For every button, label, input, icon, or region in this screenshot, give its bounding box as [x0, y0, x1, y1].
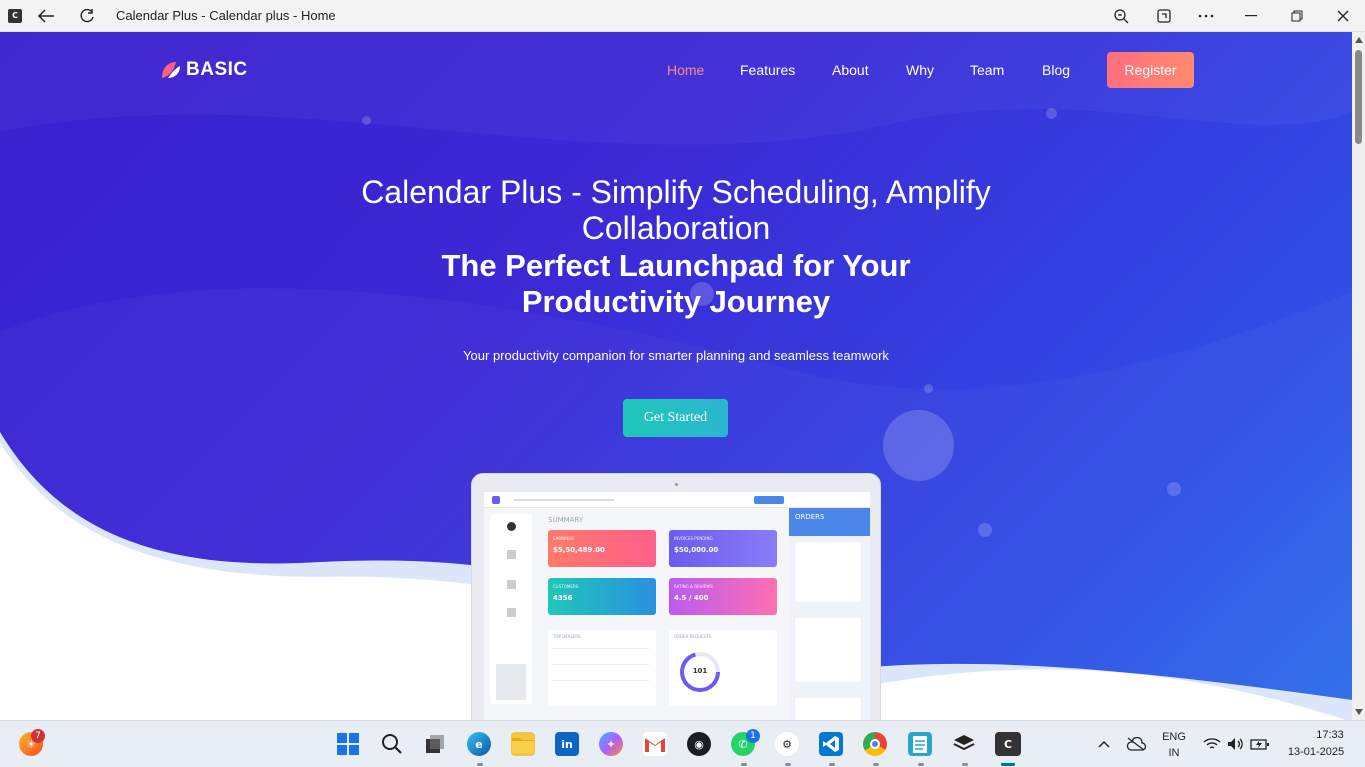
weather-badge: 7	[31, 729, 45, 743]
decor-dot	[978, 523, 992, 537]
get-started-button[interactable]: Get Started	[623, 399, 728, 437]
mockup-card-rating: RATING & REVIEWS 4.5 / 400	[669, 578, 777, 615]
hero-title: Calendar Plus - Simplify Scheduling, Amp…	[361, 174, 991, 246]
scroll-down-icon[interactable]	[1355, 709, 1363, 715]
task-view-icon[interactable]	[423, 732, 447, 756]
wifi-icon[interactable]	[1200, 732, 1224, 756]
scroll-thumb[interactable]	[1355, 50, 1362, 144]
clock-time[interactable]: 17:33	[1300, 729, 1360, 741]
volume-icon[interactable]	[1224, 732, 1248, 756]
nav-features[interactable]: Features	[740, 62, 795, 78]
battery-icon[interactable]	[1248, 732, 1272, 756]
onedrive-offline-icon[interactable]	[1124, 732, 1148, 756]
hero-headline: The Perfect Launchpad for Your Productiv…	[441, 248, 911, 319]
show-hidden-icons-chevron-up-icon[interactable]	[1092, 732, 1116, 756]
page-scrollbar[interactable]	[1352, 32, 1365, 720]
edge-icon[interactable]: e	[467, 732, 491, 756]
window-title: Calendar Plus - Calendar plus - Home	[116, 8, 336, 23]
window-titlebar: C Calendar Plus - Calendar plus - Home	[0, 0, 1365, 32]
scroll-up-icon[interactable]	[1355, 37, 1363, 43]
back-icon[interactable]	[34, 4, 58, 28]
gmail-icon[interactable]	[643, 732, 667, 756]
web-page: BASIC Home Features About Why Team Blog …	[0, 32, 1352, 720]
calendar-plus-app-icon[interactable]: C	[995, 732, 1021, 756]
mockup-card-earnings: EARNINGS $5,50,489.00	[548, 530, 656, 567]
decor-dot	[1167, 482, 1181, 496]
notepad-icon[interactable]	[908, 732, 932, 756]
mockup-screen: SUMMARY EARNINGS $5,50,489.00 INVOICES P…	[484, 492, 870, 720]
site-logo[interactable]: BASIC	[160, 59, 248, 81]
decor-dot	[924, 384, 933, 393]
camera-dot	[675, 483, 678, 486]
vscode-icon[interactable]	[819, 732, 843, 756]
app-icon: C	[8, 9, 22, 23]
mockup-donut-value: 101	[692, 667, 708, 675]
github-icon[interactable]: ◉	[687, 732, 711, 756]
mockup-top-dealers-panel: TOP DEALERS	[548, 630, 656, 706]
layers-app-icon[interactable]	[952, 732, 976, 756]
hero-subtitle: Your productivity companion for smarter …	[463, 348, 889, 363]
mockup-order-requests-panel: ORDER REQUESTS 101	[669, 630, 777, 706]
nav-blog[interactable]: Blog	[1042, 62, 1070, 78]
clock-date[interactable]: 13-01-2025	[1281, 746, 1351, 758]
mockup-card-invoices: INVOICES PENDING $50,000.00	[669, 530, 777, 567]
nav-why[interactable]: Why	[906, 62, 934, 78]
refresh-icon[interactable]	[75, 4, 99, 28]
nav-about[interactable]: About	[832, 62, 869, 78]
mockup-topbar	[484, 492, 870, 508]
chatgpt-icon[interactable]: ⚙	[775, 732, 799, 756]
restore-icon[interactable]	[1285, 4, 1309, 28]
taskbar: ☀ 7 e in ✦ ◉ ✆ 1 ⚙ C ENG IN 17:33 13-01-…	[0, 720, 1365, 767]
mockup-sidebar	[490, 514, 532, 704]
mockup-summary-label: SUMMARY	[548, 516, 584, 524]
language-indicator[interactable]: ENG	[1160, 731, 1188, 743]
close-icon[interactable]	[1331, 4, 1355, 28]
linkedin-icon[interactable]: in	[555, 732, 579, 756]
more-icon[interactable]	[1194, 4, 1218, 28]
register-button[interactable]: Register	[1107, 52, 1194, 88]
copilot-icon[interactable]: ✦	[599, 732, 623, 756]
logo-text: BASIC	[186, 59, 248, 80]
decor-dot	[362, 116, 371, 125]
mockup-card-customers: CUSTOMERS 4356	[548, 578, 656, 615]
dashboard-mockup: SUMMARY EARNINGS $5,50,489.00 INVOICES P…	[471, 473, 881, 720]
file-explorer-icon[interactable]	[511, 732, 535, 756]
whatsapp-badge: 1	[746, 729, 760, 743]
mockup-orders-panel: ORDERS	[789, 508, 870, 720]
start-icon[interactable]	[336, 732, 360, 756]
app-available-icon[interactable]	[1152, 4, 1176, 28]
chrome-icon[interactable]	[863, 732, 887, 756]
search-icon[interactable]	[380, 732, 404, 756]
region-indicator[interactable]: IN	[1160, 747, 1188, 759]
minimize-icon[interactable]	[1239, 4, 1263, 28]
decor-dot	[1046, 108, 1057, 119]
nav-team[interactable]: Team	[970, 62, 1004, 78]
logo-icon	[162, 62, 180, 78]
nav-home[interactable]: Home	[667, 62, 704, 78]
zoom-icon[interactable]	[1109, 4, 1133, 28]
decor-dot	[883, 410, 954, 481]
